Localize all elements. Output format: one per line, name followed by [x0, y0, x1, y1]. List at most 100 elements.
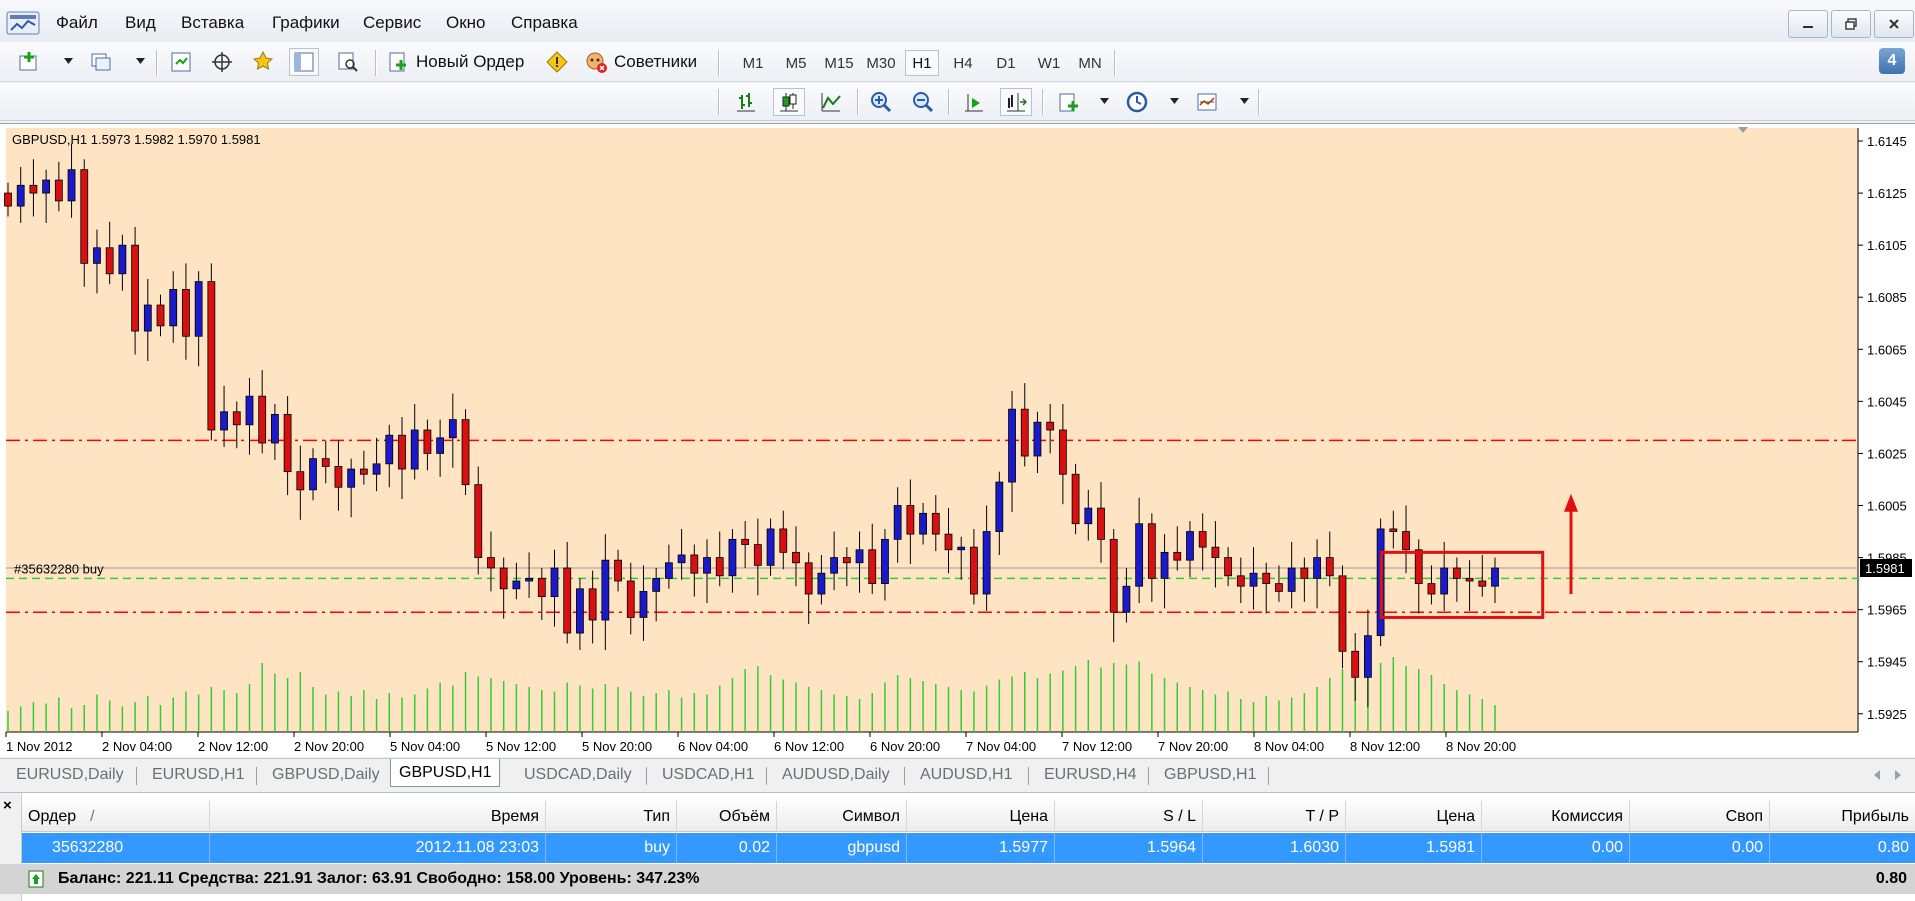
terminal-button[interactable] — [289, 48, 319, 76]
bar-chart-icon — [737, 93, 755, 112]
menu-view[interactable]: Вид — [125, 13, 156, 33]
menu-insert[interactable]: Вставка — [181, 13, 244, 33]
new-order-button[interactable]: Новый Ордер — [386, 48, 534, 76]
candle-body — [321, 458, 330, 467]
toolbar-separator — [948, 89, 949, 115]
col-swap[interactable]: Своп — [1630, 801, 1770, 832]
tab-eurusd-h1[interactable]: EURUSD,H1 — [144, 762, 252, 788]
expert-advisors-button[interactable]: Советники — [584, 48, 710, 76]
data-window-button[interactable] — [207, 48, 237, 76]
close-icon — [1889, 19, 1899, 29]
candle-body — [1300, 567, 1309, 579]
new-chart-dropdown[interactable] — [62, 54, 74, 68]
col-commission[interactable]: Комиссия — [1482, 801, 1630, 832]
timeframe-m1[interactable]: M1 — [738, 50, 768, 76]
candle-body — [1440, 567, 1449, 595]
navigator-button[interactable] — [248, 48, 278, 76]
time-tick-label: 5 Nov 12:00 — [486, 739, 556, 754]
tab-usdcad-daily[interactable]: USDCAD,Daily — [516, 762, 640, 788]
bar-chart-button[interactable] — [731, 88, 761, 116]
col-time[interactable]: Время — [210, 801, 546, 832]
time-tick-label: 8 Nov 04:00 — [1254, 739, 1324, 754]
tab-gbpusd-daily[interactable]: GBPUSD,Daily — [264, 762, 388, 788]
strategy-tester-button[interactable] — [333, 48, 363, 76]
periods-button[interactable] — [1122, 88, 1152, 116]
price-chart[interactable]: #35632280 buy 1.6145 1.6125 1.6105 1.6085 1.6… — [0, 123, 1915, 757]
tab-gbpusd-h1[interactable]: GBPUSD,H1 — [1156, 762, 1264, 788]
order-row[interactable]: 35632280 2012.11.08 23:03 buy 0.02 gbpus… — [22, 833, 1915, 863]
candlestick-icon — [780, 93, 798, 112]
col-volume[interactable]: Объём — [677, 801, 777, 832]
candlestick-chart-button[interactable] — [773, 88, 805, 116]
col-price[interactable]: Цена — [907, 801, 1055, 832]
timeframe-w1[interactable]: W1 — [1032, 50, 1066, 76]
star-folder-icon — [252, 50, 274, 70]
col-tp[interactable]: T / P — [1203, 801, 1346, 832]
col-current-price[interactable]: Цена — [1346, 801, 1482, 832]
timeframe-h4[interactable]: H4 — [947, 50, 979, 76]
order-take-profit: 1.6030 — [1203, 833, 1346, 863]
chart-shift-icon — [1007, 93, 1028, 112]
order-current-price: 1.5981 — [1346, 833, 1482, 863]
new-chart-button[interactable] — [14, 48, 44, 76]
metaeditor-button[interactable] — [542, 48, 572, 76]
timeframe-d1[interactable]: D1 — [990, 50, 1022, 76]
timeframe-m15[interactable]: M15 — [820, 50, 858, 76]
profiles-button[interactable] — [86, 48, 116, 76]
col-type[interactable]: Тип — [546, 801, 677, 832]
restore-button[interactable] — [1831, 10, 1871, 38]
timeframe-h1[interactable]: H1 — [905, 50, 939, 76]
chart-shift-button[interactable] — [1000, 88, 1032, 116]
tab-separator — [904, 767, 905, 785]
terminal-panel: × Ордер / Время Тип Объём Символ Цена S … — [0, 792, 1915, 901]
zoom-out-button[interactable] — [908, 88, 938, 116]
tab-scroll-left-icon[interactable] — [1872, 769, 1882, 781]
timeframe-m30[interactable]: M30 — [862, 50, 900, 76]
candle-body — [703, 557, 711, 574]
menu-window[interactable]: Окно — [446, 13, 486, 33]
candlestick-chart[interactable]: #35632280 buy 1.6145 1.6125 1.6105 1.6085 1.6… — [0, 124, 1915, 757]
tab-eurusd-daily[interactable]: EURUSD,Daily — [8, 762, 132, 788]
notification-badge[interactable]: 4 — [1879, 48, 1905, 74]
timeframe-mn[interactable]: MN — [1072, 50, 1108, 76]
timeframe-m5[interactable]: M5 — [780, 50, 812, 76]
auto-scroll-button[interactable] — [959, 88, 989, 116]
menu-tools[interactable]: Сервис — [363, 13, 421, 33]
menu-help[interactable]: Справка — [511, 13, 578, 33]
col-order[interactable]: Ордер / — [22, 801, 210, 832]
col-profit[interactable]: Прибыль — [1770, 801, 1915, 832]
tab-audusd-daily[interactable]: AUDUSD,Daily — [774, 762, 898, 788]
line-chart-button[interactable] — [816, 88, 846, 116]
col-symbol[interactable]: Символ — [777, 801, 907, 832]
candle-body — [1033, 421, 1042, 457]
minimize-button[interactable] — [1788, 10, 1828, 38]
close-button[interactable] — [1874, 10, 1914, 38]
time-tick-label: 1 Nov 2012 — [6, 739, 73, 754]
templates-dropdown[interactable] — [1238, 94, 1250, 108]
tab-usdcad-h1[interactable]: USDCAD,H1 — [654, 762, 762, 788]
zoom-in-button[interactable] — [866, 88, 896, 116]
market-watch-button[interactable] — [166, 48, 196, 76]
candle-body — [576, 588, 584, 634]
crosshair-icon — [212, 52, 232, 72]
menu-file[interactable]: Файл — [56, 13, 98, 33]
price-tick-label: 1.6065 — [1867, 342, 1907, 357]
app-logo-icon[interactable] — [6, 10, 40, 36]
price-tick-label: 1.6025 — [1867, 446, 1907, 461]
periods-dropdown[interactable] — [1168, 94, 1180, 108]
candle-body — [67, 169, 76, 202]
time-tick-label: 8 Nov 20:00 — [1446, 739, 1516, 754]
tab-audusd-h1[interactable]: AUDUSD,H1 — [912, 762, 1020, 788]
templates-button[interactable] — [1192, 88, 1222, 116]
candle-body — [1135, 523, 1144, 587]
terminal-close-button[interactable]: × — [3, 797, 12, 814]
profiles-dropdown[interactable] — [134, 54, 146, 68]
indicators-dropdown[interactable] — [1098, 94, 1110, 108]
menu-charts[interactable]: Графики — [272, 13, 340, 33]
col-sl[interactable]: S / L — [1055, 801, 1203, 832]
candle-body — [385, 434, 394, 465]
tab-eurusd-h4[interactable]: EURUSD,H4 — [1036, 762, 1144, 788]
indicators-button[interactable] — [1054, 88, 1084, 116]
tab-gbpusd-h1-active[interactable]: GBPUSD,H1 — [390, 759, 501, 787]
tab-scroll-right-icon[interactable] — [1893, 769, 1903, 781]
